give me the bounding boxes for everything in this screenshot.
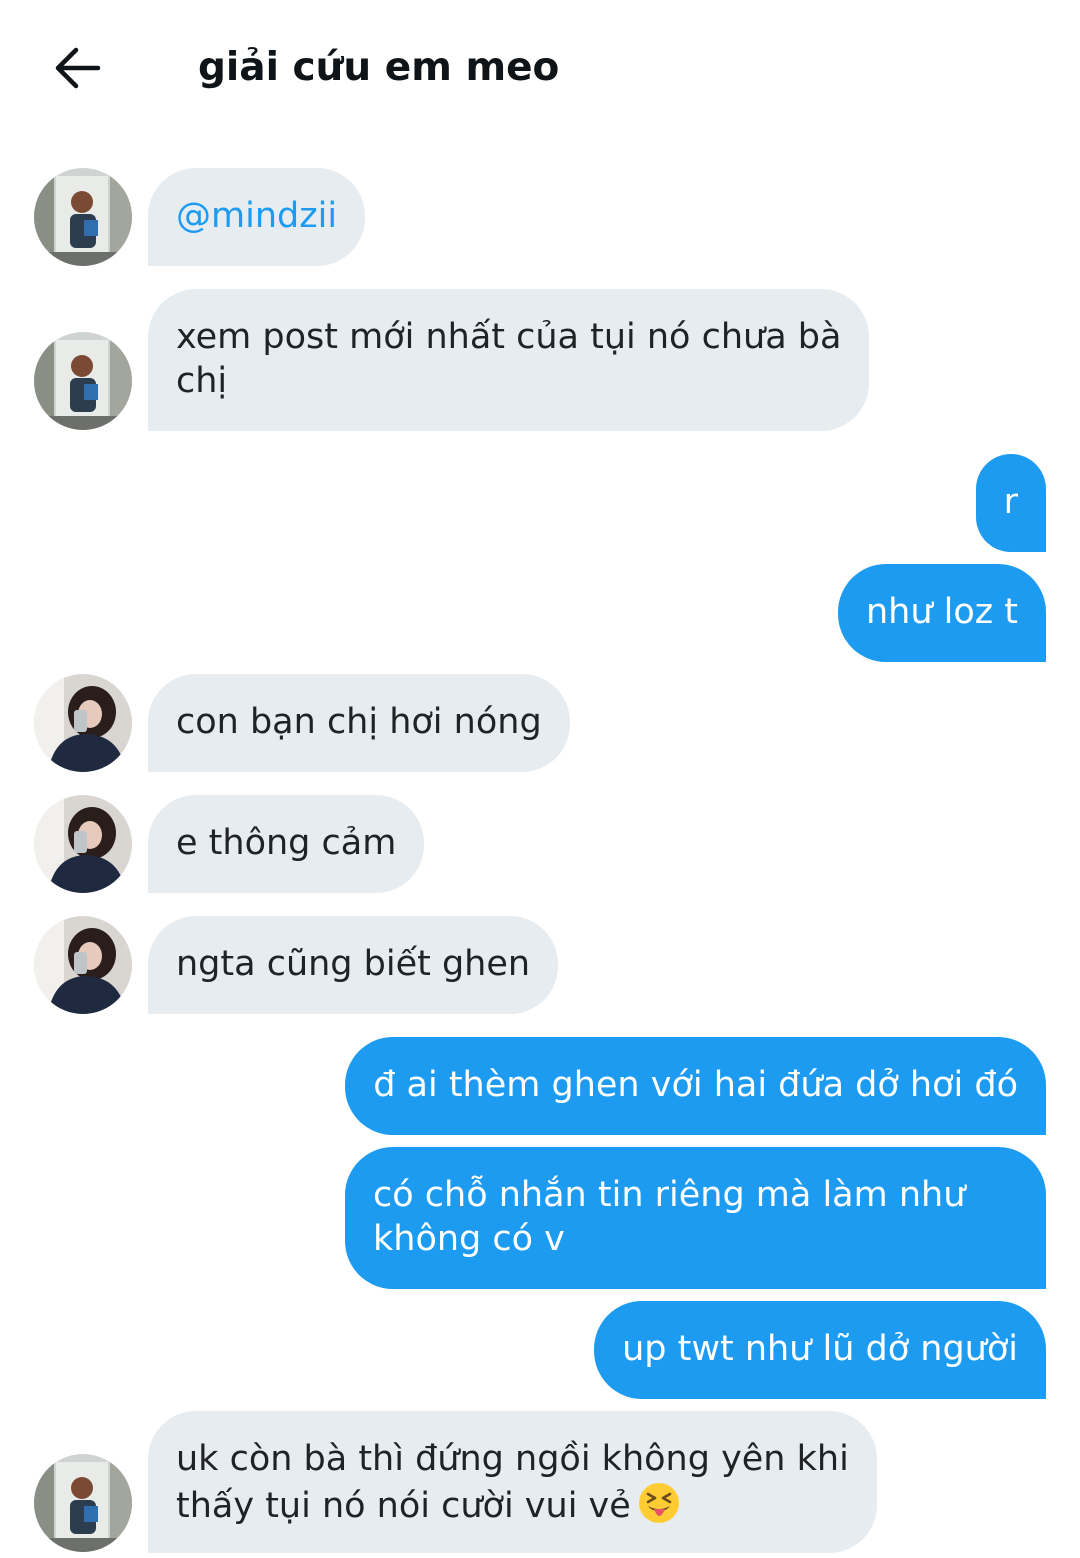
message-text-line: có chỗ nhắn tin riêng mà làm như — [373, 1175, 966, 1215]
message-text: con bạn chị hơi nóng — [176, 702, 542, 742]
avatar[interactable] — [34, 1454, 132, 1552]
message-bubble-incoming[interactable]: e thông cảm — [148, 795, 425, 893]
message-text: thấy tụi nó nói cười vui vẻ — [176, 1486, 631, 1526]
message-text: r — [1003, 482, 1018, 522]
avatar[interactable] — [34, 332, 132, 430]
avatar[interactable] — [34, 916, 132, 1014]
message-text-line: xem post mới nhất của tụi nó chưa bà — [176, 317, 842, 357]
message-text-line: chị — [176, 361, 228, 401]
message-bubble-incoming[interactable]: con bạn chị hơi nóng — [148, 674, 570, 772]
message-text-line: uk còn bà thì đứng ngồi không yên khi — [176, 1439, 849, 1479]
message-bubble-outgoing[interactable]: r — [975, 454, 1046, 552]
message-bubble-outgoing[interactable]: up twt như lũ dở người — [594, 1301, 1046, 1399]
message-text: e thông cảm — [176, 823, 397, 863]
message-text: đ ai thèm ghen với hai đứa dở hơi đó — [373, 1065, 1018, 1105]
message-bubble-outgoing[interactable]: có chỗ nhắn tin riêng mà làm như không c… — [345, 1147, 1046, 1289]
message-bubble-incoming[interactable]: uk còn bà thì đứng ngồi không yên khi th… — [148, 1411, 877, 1553]
avatar[interactable] — [34, 674, 132, 772]
message-text: như loz t — [865, 592, 1018, 632]
message-bubble-outgoing[interactable]: như loz t — [837, 564, 1046, 662]
squinting-face-with-tongue-icon — [638, 1483, 679, 1523]
message-bubble-incoming[interactable]: ngta cũng biết ghen — [148, 916, 559, 1014]
avatar[interactable] — [34, 168, 132, 266]
message-thread[interactable]: @mindzii xem post mới nhất của tụi nó ch… — [0, 0, 1080, 1558]
mention-link[interactable]: @mindzii — [176, 196, 337, 236]
message-text-line: không có v — [373, 1219, 565, 1259]
message-bubble-outgoing[interactable]: đ ai thèm ghen với hai đứa dở hơi đó — [345, 1037, 1046, 1135]
message-text: up twt như lũ dở người — [622, 1329, 1018, 1369]
message-text-line: thấy tụi nó nói cười vui vẻ — [176, 1481, 849, 1528]
message-bubble-incoming[interactable]: xem post mới nhất của tụi nó chưa bà chị — [148, 289, 870, 431]
message-bubble-incoming[interactable]: @mindzii — [148, 168, 366, 266]
message-text: ngta cũng biết ghen — [176, 944, 531, 984]
avatar[interactable] — [34, 795, 132, 893]
